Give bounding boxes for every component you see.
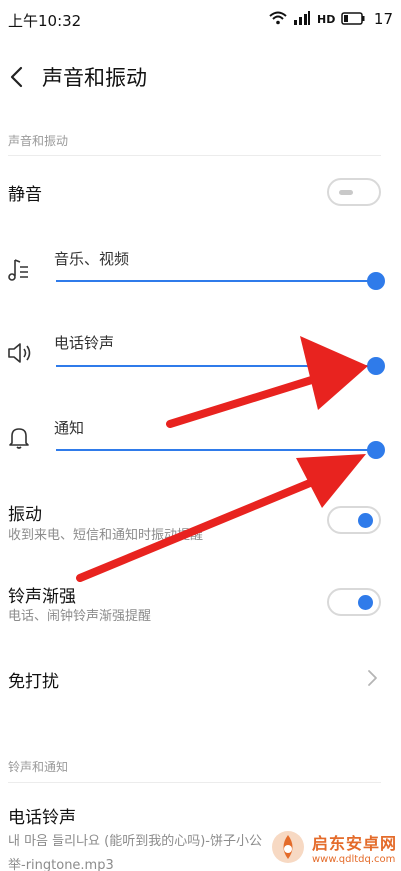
volume-ringtone-label: 电话铃声	[54, 334, 115, 352]
ringtone-value-line2: 举-ringtone.mp3	[8, 858, 114, 871]
bell-icon	[9, 428, 29, 449]
toggle-knob	[358, 513, 373, 528]
dnd-label: 免打扰	[8, 672, 59, 692]
ringtone-label: 电话铃声	[8, 808, 76, 828]
status-time: 上午10:32	[8, 12, 82, 30]
vibration-label: 振动	[8, 505, 42, 525]
mute-label: 静音	[8, 185, 42, 205]
watermark-name: 启东安卓网	[311, 833, 397, 853]
volume-music-label: 音乐、视频	[54, 250, 130, 268]
divider	[8, 782, 381, 783]
volume-ringtone-slider[interactable]	[56, 365, 376, 367]
ring-crescendo-sublabel: 电话、闹钟铃声渐强提醒	[8, 609, 152, 624]
volume-music-thumb[interactable]	[367, 272, 385, 290]
battery-level: 17	[373, 10, 393, 28]
volume-notification-slider[interactable]	[56, 449, 376, 451]
page-title: 声音和振动	[42, 66, 147, 90]
mute-toggle[interactable]	[327, 178, 381, 206]
volume-notification-thumb[interactable]	[367, 441, 385, 459]
chevron-right-icon	[368, 670, 377, 686]
section-header-ringtones: 铃声和通知	[8, 760, 69, 774]
back-button[interactable]	[4, 62, 30, 92]
ringtone-value-line1: 내 마음 들리나요 (能听到我的心吗)-饼子小公	[8, 834, 262, 849]
ring-crescendo-label: 铃声渐强	[8, 587, 76, 607]
volume-ringtone-thumb[interactable]	[367, 357, 385, 375]
toggle-knob	[358, 595, 373, 610]
watermark-logo-icon	[271, 831, 304, 863]
vibration-sublabel: 收到来电、短信和通知时振动提醒	[8, 528, 204, 543]
battery-icon	[341, 11, 365, 25]
status-bar: 上午10:32 HD 17	[0, 0, 401, 40]
red-arrow-icon	[76, 454, 366, 582]
top-bar: 声音和振动	[0, 50, 401, 104]
ring-crescendo-toggle[interactable]	[327, 588, 381, 616]
signal-icon	[294, 11, 310, 25]
divider	[8, 155, 381, 156]
watermark-url: www.qdltdq.com	[311, 853, 396, 865]
status-icons: HD	[269, 11, 365, 25]
chevron-left-icon	[10, 66, 23, 88]
speaker-icon	[8, 343, 31, 363]
toggle-knob	[339, 190, 353, 195]
svg-text:HD: HD	[317, 13, 335, 25]
volume-music-slider[interactable]	[56, 280, 376, 282]
volume-notification-label: 通知	[54, 419, 85, 437]
wifi-icon	[269, 11, 287, 25]
vibration-toggle[interactable]	[327, 506, 381, 534]
music-list-icon	[8, 259, 28, 281]
hd-icon: HD	[317, 13, 335, 25]
watermark: 启东安卓网 www.qdltdq.com	[270, 829, 397, 865]
section-header-sound: 声音和振动	[8, 134, 69, 148]
red-arrow-icon	[166, 336, 368, 428]
